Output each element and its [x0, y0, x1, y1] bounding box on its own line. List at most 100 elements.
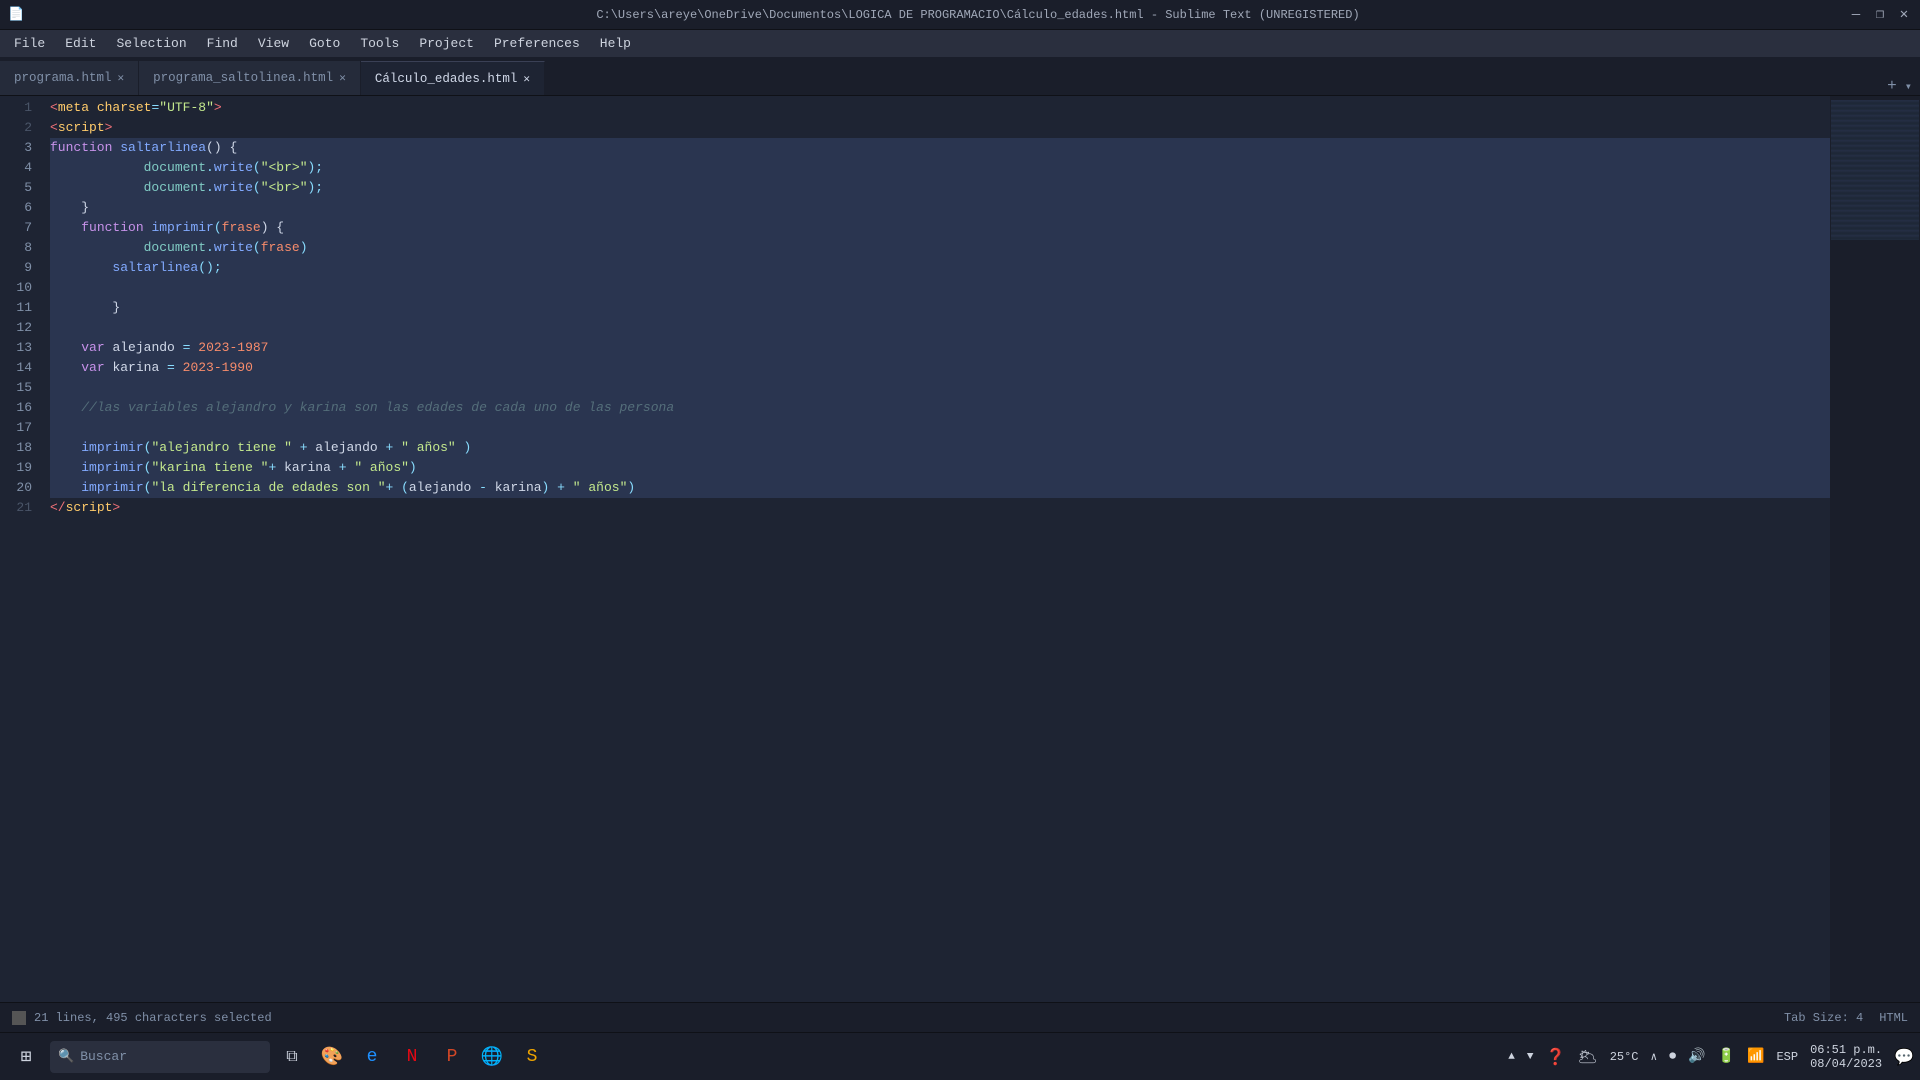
taskbar-battery-icon: 🔋: [1718, 1048, 1735, 1065]
menu-preferences[interactable]: Preferences: [484, 33, 590, 54]
line-number: 17: [0, 418, 32, 438]
start-button[interactable]: ⊞: [6, 1037, 46, 1077]
tab-close-icon[interactable]: ✕: [339, 71, 346, 85]
code-line: <script>: [50, 118, 1830, 138]
status-tab-size[interactable]: Tab Size: 4: [1784, 1011, 1863, 1025]
taskbar-chevron-up-icon[interactable]: ∧: [1651, 1050, 1658, 1064]
taskbar-ie-icon[interactable]: e: [354, 1039, 390, 1075]
tab-label: programa_saltolinea.html: [153, 71, 333, 85]
line-number: 13: [0, 338, 32, 358]
line-number: 19: [0, 458, 32, 478]
tab-chevron-icon[interactable]: ▾: [1905, 79, 1912, 94]
close-button[interactable]: ✕: [1896, 7, 1912, 23]
menu-project[interactable]: Project: [409, 33, 484, 54]
taskbar-clock[interactable]: 06:51 p.m. 08/04/2023: [1810, 1043, 1882, 1071]
code-line: function saltarlinea() {: [50, 138, 1830, 158]
menu-tools[interactable]: Tools: [350, 33, 409, 54]
code-line: [50, 418, 1830, 438]
status-bar: 21 lines, 495 characters selected Tab Si…: [0, 1002, 1920, 1032]
title-bar-path-icon: 📄: [8, 7, 24, 22]
taskbar-weather-icon: 🌥: [1577, 1047, 1597, 1067]
code-line: <meta charset="UTF-8">: [50, 98, 1830, 118]
title-bar-text: C:\Users\areye\OneDrive\Documentos\LOGIC…: [108, 8, 1848, 22]
line-number: 16: [0, 398, 32, 418]
line-number: 14: [0, 358, 32, 378]
code-line: var alejando = 2023-1987: [50, 338, 1830, 358]
menu-goto[interactable]: Goto: [299, 33, 350, 54]
taskbar-network-icon: 📶: [1747, 1048, 1764, 1065]
taskbar-time: 06:51 p.m.: [1810, 1043, 1882, 1057]
line-number: 6: [0, 198, 32, 218]
code-line: }: [50, 298, 1830, 318]
menu-help[interactable]: Help: [590, 33, 641, 54]
tab-programa-html[interactable]: programa.html ✕: [0, 61, 139, 95]
menu-view[interactable]: View: [248, 33, 299, 54]
tab-add-icon[interactable]: +: [1887, 77, 1897, 95]
code-line: }: [50, 198, 1830, 218]
line-number: 2: [0, 118, 32, 138]
line-number: 21: [0, 498, 32, 518]
menu-selection[interactable]: Selection: [106, 33, 196, 54]
menu-edit[interactable]: Edit: [55, 33, 106, 54]
taskbar-scroll-up[interactable]: ▲: [1508, 1051, 1515, 1063]
taskbar-lang: ESP: [1776, 1050, 1798, 1064]
tab-calculo-edades[interactable]: Cálculo_edades.html ✕: [361, 61, 545, 95]
code-line: </script>: [50, 498, 1830, 518]
taskbar-right-area: ▲ ▼ ❓ 🌥 25°C ∧ ⏺ 🔊 🔋 📶 ESP 06:51 p.m. 08…: [1508, 1043, 1914, 1071]
line-number: 11: [0, 298, 32, 318]
code-line: imprimir("karina tiene "+ karina + " año…: [50, 458, 1830, 478]
taskbar-search-box[interactable]: 🔍 Buscar: [50, 1041, 270, 1073]
tab-close-icon[interactable]: ✕: [523, 72, 530, 86]
line-number: 1: [0, 98, 32, 118]
taskbar-netflix-icon[interactable]: N: [394, 1039, 430, 1075]
taskbar-date: 08/04/2023: [1810, 1057, 1882, 1071]
code-line: [50, 278, 1830, 298]
code-line: [50, 318, 1830, 338]
status-language[interactable]: HTML: [1879, 1011, 1908, 1025]
code-line: function imprimir(frase) {: [50, 218, 1830, 238]
code-line: [50, 378, 1830, 398]
line-number: 4: [0, 158, 32, 178]
code-line: var karina = 2023-1990: [50, 358, 1830, 378]
taskbar-chrome-icon[interactable]: 🌐: [474, 1039, 510, 1075]
taskbar-notification-icon[interactable]: 💬: [1894, 1047, 1914, 1067]
taskbar-decorative1[interactable]: 🎨: [314, 1039, 350, 1075]
taskbar-search-label: Buscar: [80, 1049, 127, 1064]
minimap: [1830, 96, 1920, 1050]
line-number: 8: [0, 238, 32, 258]
taskbar-ppt-icon[interactable]: P: [434, 1039, 470, 1075]
code-line: //las variables alejandro y karina son l…: [50, 398, 1830, 418]
tab-bar: programa.html ✕ programa_saltolinea.html…: [0, 58, 1920, 96]
code-line: document.write("<br>");: [50, 158, 1830, 178]
code-line: imprimir("alejandro tiene " + alejando +…: [50, 438, 1830, 458]
code-line: imprimir("la diferencia de edades son "+…: [50, 478, 1830, 498]
taskbar-sublime-icon[interactable]: S: [514, 1039, 550, 1075]
search-icon: 🔍: [58, 1049, 74, 1064]
task-view-button[interactable]: ⧉: [274, 1039, 310, 1075]
editor-area: 123456789101112131415161718192021 <meta …: [0, 96, 1920, 1050]
code-line: document.write("<br>");: [50, 178, 1830, 198]
taskbar-speaker-icon: 🔊: [1688, 1048, 1705, 1065]
taskbar: ⊞ 🔍 Buscar ⧉ 🎨 e N P 🌐 S ▲ ▼ ❓ 🌥 25°C ∧ …: [0, 1032, 1920, 1080]
taskbar-temp: 25°C: [1610, 1050, 1639, 1064]
line-number: 10: [0, 278, 32, 298]
taskbar-record-icon: ⏺: [1669, 1049, 1676, 1065]
line-number: 9: [0, 258, 32, 278]
maximize-button[interactable]: ❐: [1872, 7, 1888, 23]
tab-label: Cálculo_edades.html: [375, 72, 518, 86]
minimap-preview: [1831, 100, 1919, 240]
tab-programa-saltolinea[interactable]: programa_saltolinea.html ✕: [139, 61, 361, 95]
menu-find[interactable]: Find: [197, 33, 248, 54]
taskbar-scroll-dn[interactable]: ▼: [1527, 1051, 1534, 1063]
minimize-button[interactable]: —: [1848, 7, 1864, 23]
line-number: 15: [0, 378, 32, 398]
code-line: document.write(frase): [50, 238, 1830, 258]
line-number: 5: [0, 178, 32, 198]
taskbar-help-icon[interactable]: ❓: [1545, 1047, 1565, 1067]
code-content[interactable]: <meta charset="UTF-8"><script>function s…: [42, 96, 1830, 1050]
menu-file[interactable]: File: [4, 33, 55, 54]
menu-bar: File Edit Selection Find View Goto Tools…: [0, 30, 1920, 58]
code-line: saltarlinea();: [50, 258, 1830, 278]
line-number: 12: [0, 318, 32, 338]
tab-close-icon[interactable]: ✕: [118, 71, 125, 85]
